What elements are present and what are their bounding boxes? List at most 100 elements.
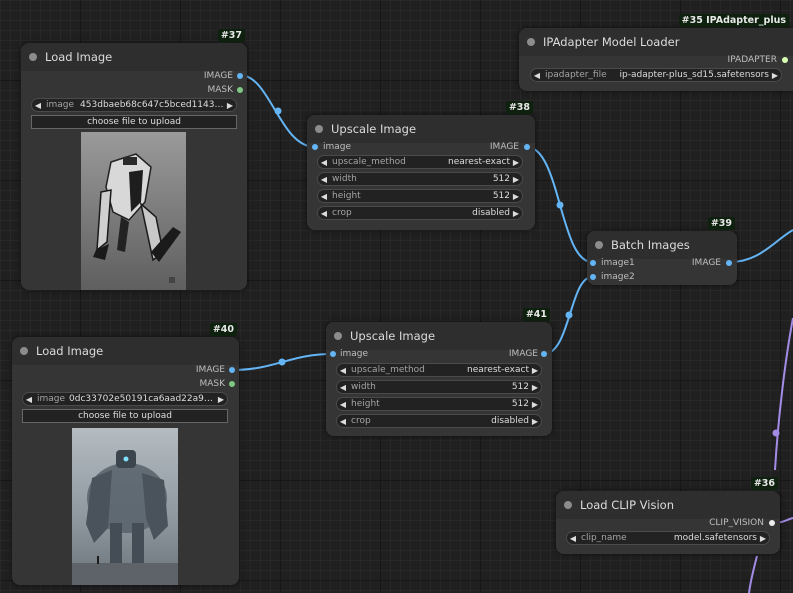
output-port-image[interactable] (229, 367, 235, 373)
output-port-mask[interactable] (229, 381, 235, 387)
node-title[interactable]: Load Image (12, 337, 239, 365)
arrow-right-icon[interactable]: ▶ (510, 192, 522, 201)
output-port-image[interactable] (524, 144, 530, 150)
arrow-right-icon[interactable]: ▶ (769, 71, 781, 80)
collapse-dot-icon[interactable] (564, 501, 572, 509)
ipadapter-model-loader-node-35[interactable]: #35 IPAdapter_plus IPAdapter Model Loade… (519, 14, 793, 91)
node-title[interactable]: Batch Images (587, 231, 737, 259)
load-clip-vision-node-36[interactable]: #36 Load CLIP Vision CLIP_VISION ◀ clip_… (556, 477, 780, 554)
upscale-image-node-41[interactable]: #41 Upscale Image image IMAGE ◀ upscale_… (326, 308, 552, 436)
load-image-node-37[interactable]: #37 Load Image IMAGE MASK ◀ image 453dba… (21, 29, 247, 290)
arrow-left-icon[interactable]: ◀ (337, 383, 349, 392)
clip-name-widget[interactable]: ◀ clip_name model.safetensors ▶ (566, 531, 770, 545)
output-port-clip-vision[interactable] (769, 520, 775, 526)
input-label-image1: image1 (601, 258, 635, 268)
collapse-dot-icon[interactable] (334, 332, 342, 340)
node-id-badge: #41 (522, 308, 550, 321)
link-clip-vision-down[interactable] (748, 555, 758, 593)
load-image-node-40[interactable]: #40 Load Image IMAGE MASK ◀ image 0dc337… (12, 323, 239, 585)
arrow-left-icon[interactable]: ◀ (318, 192, 330, 201)
width-widget[interactable]: ◀ width 512 ▶ (336, 380, 542, 394)
widget-name: ipadapter_file (545, 70, 607, 80)
widget-value: disabled (472, 208, 510, 218)
widget-value: 453dbaeb68c647c5bced114323c... (80, 100, 224, 110)
output-label-mask: MASK (207, 85, 233, 95)
arrow-left-icon[interactable]: ◀ (32, 101, 44, 110)
widget-name: upscale_method (351, 365, 425, 375)
node-title[interactable]: Upscale Image (326, 322, 552, 350)
arrow-left-icon[interactable]: ◀ (337, 417, 349, 426)
link-clip-offscreen[interactable] (774, 317, 793, 471)
arrow-left-icon[interactable]: ◀ (318, 158, 330, 167)
output-port-mask[interactable] (237, 87, 243, 93)
arrow-left-icon[interactable]: ◀ (531, 71, 543, 80)
link-38-to-39[interactable] (526, 146, 593, 263)
widget-name: width (332, 174, 357, 184)
arrow-left-icon[interactable]: ◀ (567, 534, 579, 543)
arrow-right-icon[interactable]: ▶ (529, 400, 541, 409)
arrow-left-icon[interactable]: ◀ (23, 395, 35, 404)
crop-widget[interactable]: ◀ crop disabled ▶ (336, 414, 542, 428)
arrow-right-icon[interactable]: ▶ (215, 395, 227, 404)
node-title-text: Load Image (45, 50, 113, 64)
arrow-right-icon[interactable]: ▶ (224, 101, 236, 110)
arrow-right-icon[interactable]: ▶ (529, 366, 541, 375)
output-port-image[interactable] (726, 260, 732, 266)
batch-images-node-39[interactable]: #39 Batch Images image1 image2 IMAGE (587, 217, 737, 285)
output-port-ipadapter[interactable] (782, 57, 788, 63)
arrow-left-icon[interactable]: ◀ (318, 209, 330, 218)
output-port-image[interactable] (237, 73, 243, 79)
node-id-badge: #37 (217, 29, 245, 42)
arrow-right-icon[interactable]: ▶ (510, 158, 522, 167)
robot-mech-preview (81, 132, 186, 290)
collapse-dot-icon[interactable] (29, 53, 37, 61)
node-id-badge: #36 (750, 477, 778, 490)
node-id-badge: #35 IPAdapter_plus (678, 14, 789, 27)
arrow-left-icon[interactable]: ◀ (318, 175, 330, 184)
collapse-dot-icon[interactable] (20, 347, 28, 355)
collapse-dot-icon[interactable] (315, 125, 323, 133)
link-37-to-38[interactable] (239, 74, 316, 148)
ipadapter-file-widget[interactable]: ◀ ipadapter_file ip-adapter-plus_sd15.sa… (530, 68, 782, 82)
arrow-right-icon[interactable]: ▶ (510, 209, 522, 218)
upscale-method-widget[interactable]: ◀ upscale_method nearest-exact ▶ (336, 363, 542, 377)
node-title[interactable]: IPAdapter Model Loader (519, 28, 793, 56)
link-37-to-38-midpoint[interactable] (274, 107, 282, 115)
choose-file-button[interactable]: choose file to upload (31, 115, 237, 129)
arrow-right-icon[interactable]: ▶ (529, 383, 541, 392)
image-select-widget[interactable]: ◀ image 0dc33702e50191ca6aad22a9979... ▶ (22, 392, 228, 406)
collapse-dot-icon[interactable] (595, 241, 603, 249)
image-select-widget[interactable]: ◀ image 453dbaeb68c647c5bced114323c... ▶ (31, 98, 237, 112)
input-port-image[interactable] (330, 351, 336, 357)
node-title[interactable]: Load Image (21, 43, 247, 71)
arrow-right-icon[interactable]: ▶ (510, 175, 522, 184)
output-label-ipadapter: IPADAPTER (727, 55, 777, 65)
input-port-image[interactable] (312, 144, 318, 150)
choose-file-button[interactable]: choose file to upload (22, 409, 228, 423)
input-label-image2: image2 (601, 272, 635, 282)
node-title[interactable]: Upscale Image (307, 115, 535, 143)
widget-name: upscale_method (332, 157, 406, 167)
link-38-to-39-midpoint[interactable] (556, 201, 564, 209)
input-port-image2[interactable] (590, 274, 596, 280)
height-widget[interactable]: ◀ height 512 ▶ (317, 189, 523, 203)
arrow-left-icon[interactable]: ◀ (337, 366, 349, 375)
height-widget[interactable]: ◀ height 512 ▶ (336, 397, 542, 411)
link-40-to-41-midpoint[interactable] (278, 358, 286, 366)
link-clip-offscreen-midpoint[interactable] (772, 429, 780, 437)
width-widget[interactable]: ◀ width 512 ▶ (317, 172, 523, 186)
node-title[interactable]: Load CLIP Vision (556, 491, 780, 519)
link-41-to-39-midpoint[interactable] (565, 311, 573, 319)
upscale-image-node-38[interactable]: #38 Upscale Image image IMAGE ◀ upscale_… (307, 101, 535, 230)
input-port-image1[interactable] (590, 260, 596, 266)
arrow-left-icon[interactable]: ◀ (337, 400, 349, 409)
link-40-to-41[interactable] (231, 353, 333, 371)
crop-widget[interactable]: ◀ crop disabled ▶ (317, 206, 523, 220)
collapse-dot-icon[interactable] (527, 38, 535, 46)
arrow-right-icon[interactable]: ▶ (529, 417, 541, 426)
node-graph-canvas[interactable]: #37 Load Image IMAGE MASK ◀ image 453dba… (0, 0, 793, 593)
arrow-right-icon[interactable]: ▶ (757, 534, 769, 543)
output-port-image[interactable] (541, 351, 547, 357)
upscale-method-widget[interactable]: ◀ upscale_method nearest-exact ▶ (317, 155, 523, 169)
link-39-out[interactable] (729, 229, 793, 263)
